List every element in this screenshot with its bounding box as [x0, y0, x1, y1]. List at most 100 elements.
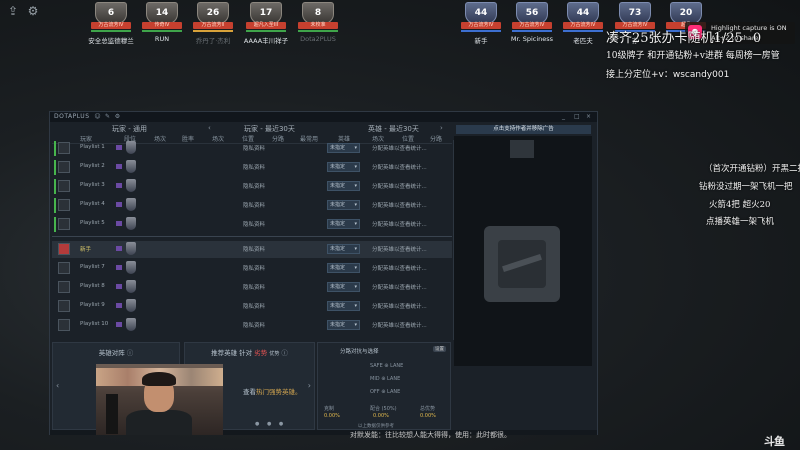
- overlay-line3: 接上分定位+v：wscandy001: [606, 70, 730, 80]
- rank-label: 传奇IV: [142, 22, 182, 29]
- group-prev-arrow[interactable]: ‹: [208, 124, 211, 132]
- rank-medal-icon: [126, 179, 136, 192]
- lane-stats-title: 分路对抗与选择: [340, 349, 379, 355]
- table-row[interactable]: Playlist 1 隐私资料 未指定 分配英雄以查看统计...: [52, 140, 452, 157]
- group-player-30d: 玩家 - 最近30天: [244, 125, 295, 133]
- flag-icon: [116, 284, 122, 289]
- hero-select[interactable]: 未指定: [327, 143, 360, 153]
- row-private-text: 隐私资料: [243, 222, 266, 228]
- table-row[interactable]: Playlist 10 隐私资料 未指定 分配英雄以查看统计...: [52, 317, 452, 334]
- gear-icon[interactable]: ⚙: [26, 4, 40, 18]
- table-row[interactable]: 新手 隐私资料 未指定 分配英雄以查看统计...: [52, 241, 452, 258]
- rank-label: 万古流芳IV: [461, 22, 501, 29]
- hero-select[interactable]: 未指定: [327, 181, 360, 191]
- matchup-prev-arrow[interactable]: ‹: [56, 381, 59, 390]
- row-hint-text: 分配英雄以查看统计...: [372, 203, 427, 209]
- remove-ads-button[interactable]: 点击支持作者并移除广告: [456, 125, 591, 134]
- player-name: Dota2PLUS: [300, 35, 336, 43]
- overlay-title-count: 0: [752, 31, 762, 46]
- streamer-webcam: [96, 364, 223, 435]
- table-row[interactable]: Playlist 5 隐私资料 未指定 分配英雄以查看统计...: [52, 216, 452, 233]
- table-row[interactable]: Playlist 2 隐私资料 未指定 分配英雄以查看统计...: [52, 159, 452, 176]
- hero-select[interactable]: 未指定: [327, 219, 360, 229]
- level-badge: 26: [197, 2, 229, 24]
- table-row[interactable]: Playlist 7 隐私资料 未指定 分配英雄以查看统计...: [52, 260, 452, 277]
- flag-icon: [116, 145, 122, 150]
- table-row[interactable]: Playlist 4 隐私资料 未指定 分配英雄以查看统计...: [52, 197, 452, 214]
- row-player-name: Playlist 4: [80, 201, 105, 207]
- radiant-player-slot[interactable]: 8 未校准 Dota2PLUS: [296, 2, 340, 46]
- rank-medal-icon: [126, 318, 136, 331]
- team-mark: [54, 179, 56, 194]
- rank-label: 未校准: [298, 22, 338, 29]
- team-divider: [52, 236, 452, 237]
- row-private-text: 隐私资料: [243, 247, 266, 253]
- overlay-title-text: 凑齐25张办卡随机1/25: [606, 31, 743, 46]
- overlay-side3: 火箭4把 超火20: [709, 200, 771, 210]
- table-row[interactable]: Playlist 8 隐私资料 未指定 分配英雄以查看统计...: [52, 279, 452, 296]
- row-private-text: 隐私资料: [243, 146, 266, 152]
- cam-shirt: [126, 410, 192, 435]
- row-private-text: 隐私资料: [243, 266, 266, 272]
- user-icon[interactable]: ☺: [94, 113, 101, 120]
- rank-medal-icon: [126, 198, 136, 211]
- row-private-text: 隐私资料: [243, 184, 266, 190]
- row-player-name: Playlist 2: [80, 163, 105, 169]
- lane-safe: SAFE ⊕ LANE: [370, 363, 404, 369]
- group-hero-30d: 英雄 - 最近30天: [368, 125, 419, 133]
- row-player-name: Playlist 10: [80, 321, 109, 327]
- hero-select[interactable]: 未指定: [327, 320, 360, 330]
- hero-avatar: [58, 300, 70, 312]
- hero-select[interactable]: 未指定: [327, 282, 360, 292]
- hero-select[interactable]: 未指定: [327, 301, 360, 311]
- row-hint-text: 分配英雄以查看统计...: [372, 184, 427, 190]
- stat-value-synergy: 0.00%: [373, 413, 389, 419]
- row-hint-text: 分配英雄以查看统计...: [372, 222, 427, 228]
- lane-stats-settings[interactable]: 设置: [433, 346, 446, 352]
- hero-select[interactable]: 未指定: [327, 263, 360, 273]
- flag-icon: [116, 322, 122, 327]
- row-hint-text: 分配英雄以查看统计...: [372, 266, 427, 272]
- gear-icon[interactable]: ⚙: [114, 113, 121, 120]
- minimize-button[interactable]: _: [562, 113, 565, 120]
- platform-logo: 斗鱼: [764, 435, 785, 448]
- team-color-bar: [142, 30, 182, 32]
- maximize-button[interactable]: □: [574, 113, 580, 120]
- hero-matchup-title: 英雄对阵 ⓘ: [53, 347, 179, 357]
- row-player-name: Playlist 3: [80, 182, 105, 188]
- hero-avatar: [58, 281, 70, 293]
- note-icon[interactable]: ✎: [104, 113, 111, 120]
- level-badge: 8: [302, 2, 334, 24]
- rank-medal-icon: [126, 141, 136, 154]
- recommend-body-a: 查看: [243, 388, 256, 396]
- level-badge: 44: [465, 2, 497, 24]
- group-next-arrow[interactable]: ›: [440, 124, 443, 132]
- table-row[interactable]: Playlist 3 隐私资料 未指定 分配英雄以查看统计...: [52, 178, 452, 195]
- team-color-bar: [298, 30, 338, 32]
- carousel-dots[interactable]: ● ● ●: [255, 421, 286, 427]
- table-row[interactable]: Playlist 9 隐私资料 未指定 分配英雄以查看统计...: [52, 298, 452, 315]
- rank-medal-icon: [126, 160, 136, 173]
- flag-icon: [116, 221, 122, 226]
- flag-icon: [116, 183, 122, 188]
- hero-avatar: [58, 142, 70, 154]
- recommend-body-link[interactable]: 热门强势英雄。: [256, 388, 302, 396]
- radiant-player-slot[interactable]: 26 万古流芳II 乔丹了·杰利: [191, 2, 235, 46]
- hero-avatar: [58, 218, 70, 230]
- hero-matchup-title-text: 英雄对阵: [98, 349, 125, 357]
- row-private-text: 隐私资料: [243, 323, 266, 329]
- recommend-title-strong[interactable]: 优势: [269, 351, 279, 357]
- close-button[interactable]: ×: [586, 113, 591, 120]
- row-hint-text: 分配英雄以查看统计...: [372, 323, 427, 329]
- hero-select[interactable]: 未指定: [327, 244, 360, 254]
- help-icon[interactable]: ⓘ: [127, 349, 134, 357]
- row-player-name: Playlist 7: [80, 264, 105, 270]
- row-private-text: 隐私资料: [243, 165, 266, 171]
- stat-value-total: 0.00%: [420, 413, 436, 419]
- recommend-next-arrow[interactable]: ›: [308, 381, 311, 390]
- hero-select[interactable]: 未指定: [327, 200, 360, 210]
- window-titlebar: DOTAPLUS ☺ ✎ ⚙ _ □ ×: [50, 112, 597, 122]
- upload-icon[interactable]: ⇪: [6, 4, 20, 18]
- help-icon[interactable]: ⓘ: [281, 349, 288, 357]
- hero-select[interactable]: 未指定: [327, 162, 360, 172]
